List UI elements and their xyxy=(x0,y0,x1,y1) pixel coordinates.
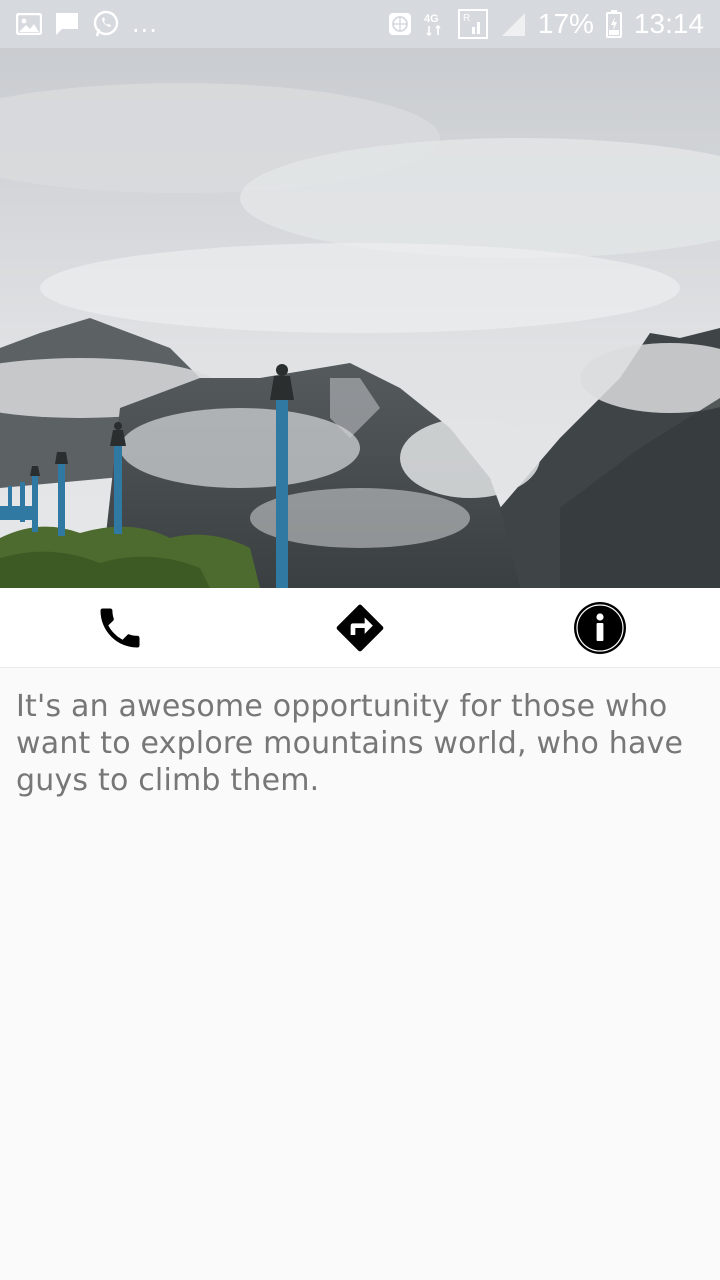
more-notifications-indicator: ... xyxy=(132,10,158,38)
action-bar xyxy=(0,588,720,668)
call-button[interactable] xyxy=(0,588,240,668)
whatsapp-icon xyxy=(92,10,120,38)
message-icon xyxy=(54,11,80,37)
place-description: It's an awesome opportunity for those wh… xyxy=(16,689,684,798)
svg-text:R: R xyxy=(463,13,470,24)
battery-percent: 17% xyxy=(537,8,594,39)
sim-signal-icon: R xyxy=(457,9,488,39)
mountain-landscape-illustration xyxy=(0,48,720,588)
vpn-globe-icon xyxy=(388,12,412,36)
gallery-icon xyxy=(16,13,42,35)
status-right: 4G R 17% 13:14 xyxy=(388,8,704,40)
battery-icon xyxy=(605,10,622,38)
status-left: ... xyxy=(16,10,158,38)
clock: 13:14 xyxy=(633,8,704,39)
info-icon xyxy=(574,602,626,654)
hero-image xyxy=(0,48,720,588)
info-button[interactable] xyxy=(480,588,720,668)
directions-button[interactable] xyxy=(240,588,480,668)
network-type-label: 4G xyxy=(424,13,439,25)
phone-icon xyxy=(100,608,140,648)
signal-4g-icon: 4G xyxy=(424,11,446,37)
status-bar: ... 4G R 17% 13:14 xyxy=(0,0,720,48)
signal-strength-icon xyxy=(500,11,526,37)
directions-icon xyxy=(336,604,384,652)
